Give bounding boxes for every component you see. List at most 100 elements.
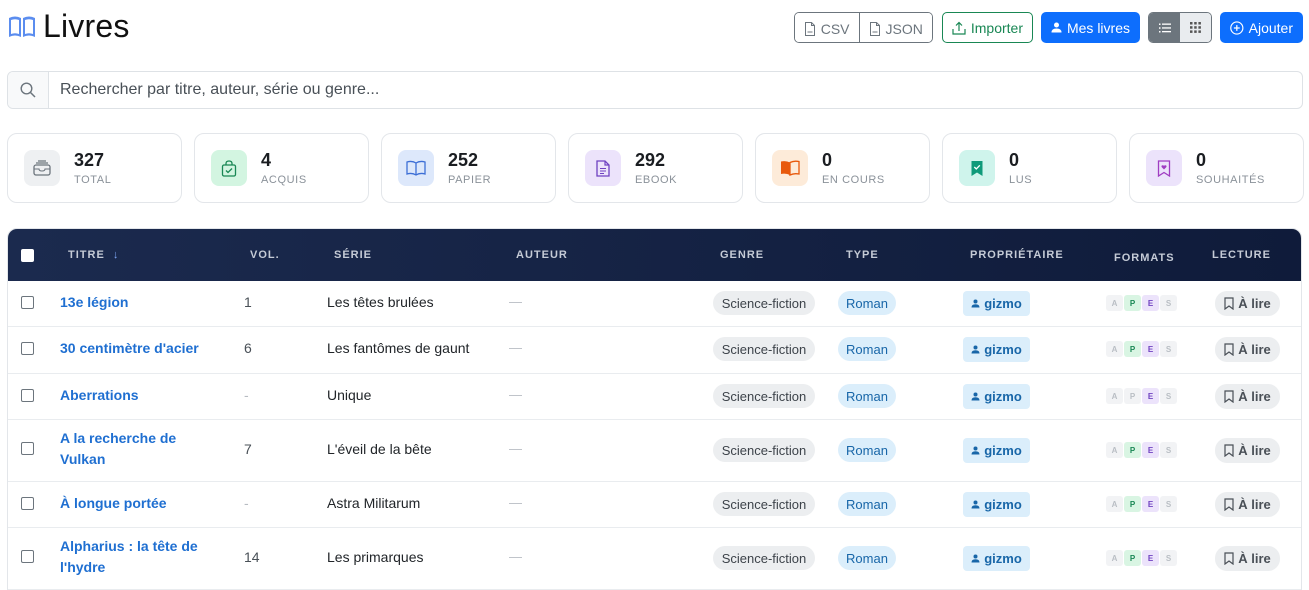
row-checkbox[interactable]	[21, 296, 34, 309]
add-book-button[interactable]: Ajouter	[1220, 12, 1303, 43]
col-label: TITRE	[68, 249, 105, 261]
view-toggle	[1148, 12, 1212, 43]
bookmark-check-icon	[959, 150, 995, 186]
archive-icon	[24, 150, 60, 186]
grid-view-button[interactable]	[1180, 13, 1211, 42]
book-title-link[interactable]: A la recherche de Vulkan	[60, 428, 190, 470]
books-table: TITRE ↓ VOL. SÉRIE AUTEUR GENRE TYPE PRO…	[7, 228, 1302, 590]
col-header-lecture: LECTURE	[1212, 249, 1271, 261]
file-icon	[869, 21, 880, 36]
format-a: A	[1106, 496, 1123, 512]
reading-status-button[interactable]: À lire	[1215, 384, 1280, 409]
col-header-serie[interactable]: SÉRIE	[334, 249, 372, 261]
stat-value: 292	[635, 150, 666, 170]
book-auteur: —	[509, 495, 522, 510]
book-vol: -	[244, 387, 249, 403]
reading-status-button[interactable]: À lire	[1215, 492, 1280, 517]
reading-status-button[interactable]: À lire	[1215, 337, 1280, 362]
export-csv-label: CSV	[820, 20, 850, 37]
table-row[interactable]: 30 centimètre d'acier 6 Les fantômes de …	[8, 327, 1301, 374]
type-badge: Roman	[838, 438, 896, 462]
row-checkbox[interactable]	[21, 497, 34, 510]
stat-en-cours: 0 EN COURS	[755, 133, 930, 203]
genre-badge: Science-fiction	[713, 337, 815, 361]
table-row[interactable]: Alpharius : la tête de l'hydre 14 Les pr…	[8, 528, 1301, 590]
format-s: S	[1160, 496, 1177, 512]
col-header-type[interactable]: TYPE	[846, 249, 879, 261]
col-header-vol[interactable]: VOL.	[250, 249, 280, 261]
owner-name: gizmo	[984, 551, 1022, 566]
genre-badge: Science-fiction	[713, 492, 815, 516]
format-indicators: APES	[1106, 550, 1178, 566]
grid-icon	[1190, 22, 1201, 33]
book-serie: Les primarques	[327, 549, 424, 565]
book-vol: 7	[244, 441, 252, 457]
stat-acquis: 4 ACQUIS	[194, 133, 369, 203]
bookmark-icon	[1224, 444, 1234, 457]
stat-value: 0	[822, 150, 833, 170]
reading-status-button[interactable]: À lire	[1215, 546, 1280, 571]
reading-status-button[interactable]: À lire	[1215, 438, 1280, 463]
reading-status-label: À lire	[1238, 497, 1271, 512]
import-button[interactable]: Importer	[941, 12, 1033, 43]
col-header-genre[interactable]: GENRE	[720, 249, 764, 261]
search-icon	[20, 82, 36, 98]
stat-value: 0	[1009, 150, 1020, 170]
col-header-proprietaire[interactable]: PROPRIÉTAIRE	[970, 249, 1064, 261]
stat-label: SOUHAITÉS	[1196, 174, 1265, 186]
search-input[interactable]	[49, 72, 1302, 108]
row-checkbox[interactable]	[21, 342, 34, 355]
col-header-titre[interactable]: TITRE ↓	[68, 249, 119, 261]
reading-status-label: À lire	[1238, 443, 1271, 458]
stat-label: EBOOK	[635, 174, 678, 186]
book-vol: -	[244, 495, 249, 511]
person-icon	[971, 392, 980, 401]
table-row[interactable]: À longue portée - Astra Militarum — Scie…	[8, 482, 1301, 528]
export-json-button[interactable]: JSON	[858, 13, 932, 42]
table-row[interactable]: A la recherche de Vulkan 7 L'éveil de la…	[8, 420, 1301, 482]
stat-value: 4	[261, 150, 272, 170]
book-title-link[interactable]: Alpharius : la tête de l'hydre	[60, 536, 210, 578]
person-icon	[971, 299, 980, 308]
book-title-link[interactable]: Aberrations	[60, 385, 220, 406]
format-a: A	[1106, 388, 1123, 404]
import-label: Importer	[970, 19, 1023, 36]
search-bar	[7, 71, 1303, 109]
person-icon	[971, 500, 980, 509]
row-checkbox[interactable]	[21, 550, 34, 563]
book-serie: Les fantômes de gaunt	[327, 340, 470, 356]
person-icon	[971, 554, 980, 563]
upload-icon	[952, 21, 966, 35]
format-a: A	[1106, 295, 1123, 311]
table-header: TITRE ↓ VOL. SÉRIE AUTEUR GENRE TYPE PRO…	[8, 229, 1301, 281]
col-header-auteur[interactable]: AUTEUR	[516, 249, 568, 261]
format-e: E	[1142, 496, 1159, 512]
type-badge: Roman	[838, 492, 896, 516]
book-open-icon	[398, 150, 434, 186]
table-row[interactable]: Aberrations - Unique — Science-fiction R…	[8, 374, 1301, 420]
reading-status-button[interactable]: À lire	[1215, 291, 1280, 316]
genre-badge: Science-fiction	[713, 291, 815, 315]
list-icon	[1158, 23, 1171, 32]
stat-label: ACQUIS	[261, 174, 307, 186]
my-books-button[interactable]: Mes livres	[1040, 12, 1140, 43]
file-text-icon	[585, 150, 621, 186]
bookmark-icon	[1224, 343, 1234, 356]
book-title-link[interactable]: 30 centimètre d'acier	[60, 338, 220, 359]
book-title-link[interactable]: 13e légion	[60, 292, 220, 313]
table-row[interactable]: 13e légion 1 Les têtes brulées — Science…	[8, 281, 1301, 327]
row-checkbox[interactable]	[21, 389, 34, 402]
format-s: S	[1160, 550, 1177, 566]
stat-total: 327 TOTAL	[7, 133, 182, 203]
reading-status-label: À lire	[1238, 551, 1271, 566]
select-all-checkbox[interactable]	[21, 249, 34, 262]
book-title-link[interactable]: À longue portée	[60, 493, 220, 514]
format-indicators: APES	[1106, 496, 1178, 512]
format-e: E	[1142, 388, 1159, 404]
format-e: E	[1142, 550, 1159, 566]
book-serie: Astra Militarum	[327, 495, 421, 511]
row-checkbox[interactable]	[21, 442, 34, 455]
stat-ebook: 292 EBOOK	[568, 133, 743, 203]
export-csv-button[interactable]: CSV	[794, 13, 859, 42]
list-view-button[interactable]	[1149, 13, 1180, 42]
